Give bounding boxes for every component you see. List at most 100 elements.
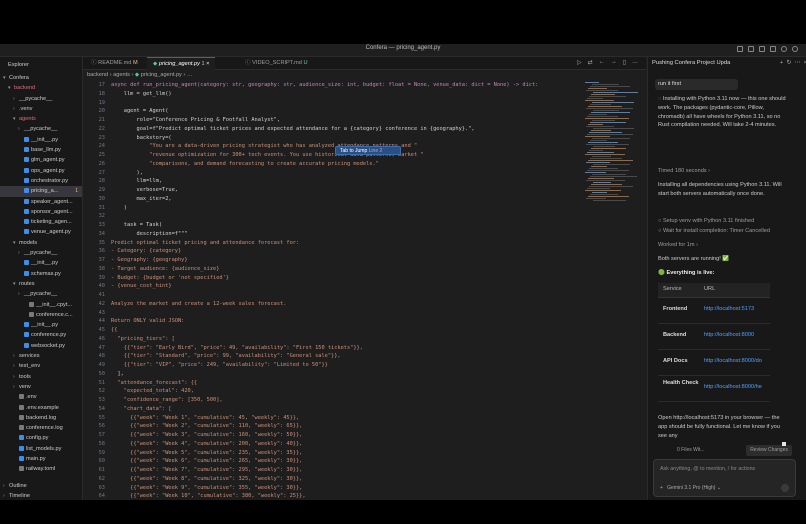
tree-file[interactable]: ops_agent.py bbox=[0, 166, 82, 176]
add-context-icon[interactable]: + bbox=[660, 485, 664, 491]
tree-folder[interactable]: ▾ backend bbox=[0, 83, 82, 93]
tree-item-label: __init__.py bbox=[31, 322, 59, 329]
tree-file[interactable]: __init__.py bbox=[0, 258, 82, 268]
task-wait-text: Wait for install completion: Timer Cance… bbox=[662, 228, 770, 234]
code-editor[interactable]: 17 async def run_pricing_agent(category: … bbox=[83, 82, 583, 500]
toggle-panel-icon[interactable] bbox=[748, 46, 754, 52]
accounts-icon[interactable] bbox=[792, 46, 798, 52]
model-selector[interactable]: + Gemini 3.1 Pro (High) ⌄ bbox=[660, 485, 721, 491]
tree-file[interactable]: ticketing_agen... bbox=[0, 217, 82, 227]
compare-icon[interactable]: ⇄ bbox=[588, 59, 593, 66]
tree-folder[interactable]: › __pycache__ bbox=[0, 248, 82, 258]
tree-file[interactable]: venue_agent.py bbox=[0, 227, 82, 237]
tree-item-label: models bbox=[19, 239, 38, 246]
timer-meta[interactable]: Timed 180 seconds › bbox=[658, 167, 788, 176]
tree-folder[interactable]: › .venv bbox=[0, 104, 82, 114]
worked-meta[interactable]: Worked for 1m › bbox=[658, 241, 788, 250]
tree-file[interactable]: __init__.py bbox=[0, 135, 82, 145]
tree-folder[interactable]: › venv bbox=[0, 382, 82, 392]
timeline-section[interactable]: › Timeline bbox=[3, 491, 82, 500]
line-number: 36 bbox=[98, 248, 105, 255]
task-wait[interactable]: ○ Wait for install completion: Timer Can… bbox=[658, 227, 788, 236]
chat-input-box[interactable]: Ask anything, @ to mention, / for action… bbox=[653, 459, 796, 497]
new-chat-icon[interactable]: + bbox=[780, 60, 783, 66]
tree-file[interactable]: railway.toml bbox=[0, 464, 82, 474]
code-line: task = Task( bbox=[111, 222, 163, 228]
tree-file[interactable]: config.py bbox=[0, 433, 82, 443]
close-icon[interactable]: × bbox=[206, 61, 209, 67]
service-url-link[interactable]: http://localhost:8000 bbox=[704, 332, 754, 338]
tree-file[interactable]: conference.log bbox=[0, 423, 82, 433]
tree-file[interactable]: sponsor_agent... bbox=[0, 207, 82, 217]
forward-icon[interactable]: → bbox=[611, 59, 617, 66]
tree-file[interactable]: speaker_agent... bbox=[0, 197, 82, 207]
tab-readme[interactable]: ⓘ README.md M bbox=[85, 57, 144, 69]
tree-folder[interactable]: ▾ models bbox=[0, 238, 82, 248]
tree-file[interactable]: __init__.cpyt... bbox=[0, 300, 82, 310]
tree-file[interactable]: backend.log bbox=[0, 413, 82, 423]
tree-file[interactable]: .env.example bbox=[0, 403, 82, 413]
line-number: 39 bbox=[98, 274, 105, 281]
tree-file[interactable]: list_models.py bbox=[0, 444, 82, 454]
tree-file[interactable]: __init__.py bbox=[0, 320, 82, 330]
line-number: 25 bbox=[98, 152, 105, 158]
tree-folder[interactable]: › __pycache__ bbox=[0, 124, 82, 134]
tree-folder[interactable]: › __pycache__ bbox=[0, 289, 82, 299]
minimap[interactable] bbox=[585, 82, 641, 212]
timeline-label: Timeline bbox=[9, 493, 30, 499]
minimap-line bbox=[593, 92, 638, 93]
breadcrumb-backend[interactable]: backend bbox=[87, 72, 108, 78]
tree-folder[interactable]: › tools bbox=[0, 372, 82, 382]
outline-section[interactable]: › Outline bbox=[3, 481, 82, 491]
tree-file[interactable]: pricing_a... 1 bbox=[0, 186, 82, 197]
tree-item-label: glm_agent.py bbox=[31, 157, 65, 164]
workspace-root[interactable]: ▾ Confera bbox=[0, 73, 82, 83]
tree-file[interactable]: websocket.py bbox=[0, 341, 82, 351]
tab-video-script[interactable]: ⓘ VIDEO_SCRIPT.md U bbox=[239, 57, 314, 69]
minimap-line bbox=[585, 82, 599, 83]
line-number: 46 bbox=[98, 335, 105, 342]
split-editor-icon[interactable]: ▯ bbox=[623, 59, 626, 66]
files-count[interactable]: 0 Files Wit... bbox=[677, 445, 705, 456]
tree-folder[interactable]: › test_env bbox=[0, 361, 82, 371]
back-icon[interactable]: ← bbox=[599, 59, 605, 66]
task-venv[interactable]: ○ Setup venv with Python 3.11 finished bbox=[658, 217, 788, 226]
tree-file[interactable]: conference.py bbox=[0, 330, 82, 340]
agent-message-2: Installing all dependencies using Python… bbox=[658, 181, 788, 199]
service-url-link[interactable]: http://localhost:8000/he bbox=[704, 384, 762, 390]
service-url-link[interactable]: http://localhost:5173 bbox=[704, 306, 754, 312]
tree-file[interactable]: conference.c... bbox=[0, 310, 82, 320]
tree-item-label: sponsor_agent... bbox=[31, 208, 73, 215]
line-number: 38 bbox=[98, 265, 105, 272]
toggle-secondary-sidebar-icon[interactable] bbox=[759, 46, 765, 52]
customize-layout-icon[interactable] bbox=[770, 46, 776, 52]
tree-folder[interactable]: › services bbox=[0, 351, 82, 361]
table-row: Health Check http://localhost:8000/he bbox=[658, 376, 770, 402]
run-icon[interactable]: ▷ bbox=[577, 59, 582, 66]
table-header-url: URL bbox=[704, 286, 716, 292]
tree-folder[interactable]: ▾ routes bbox=[0, 279, 82, 289]
tree-item-label: venv bbox=[19, 383, 31, 390]
service-url-link[interactable]: http://localhost:8000/do bbox=[704, 358, 762, 364]
tree-file[interactable]: base_llm.py bbox=[0, 145, 82, 155]
tree-file[interactable]: schemas.py bbox=[0, 269, 82, 279]
tab-to-jump-tooltip[interactable]: Tab to Jump Line 2 bbox=[335, 146, 401, 155]
tree-file[interactable]: .env bbox=[0, 392, 82, 402]
send-icon[interactable] bbox=[781, 484, 789, 492]
review-changes-button[interactable]: Review Changes bbox=[746, 445, 792, 456]
outline-label: Outline bbox=[9, 483, 27, 489]
tree-file[interactable]: glm_agent.py bbox=[0, 155, 82, 165]
tree-folder[interactable]: › __pycache__ bbox=[0, 94, 82, 104]
tab-pricing-agent[interactable]: ◆ pricing_agent.py 1 × bbox=[147, 57, 216, 70]
tree-folder[interactable]: ▾ agents bbox=[0, 114, 82, 124]
settings-gear-icon[interactable] bbox=[781, 46, 787, 52]
agent-message-4: 🟢 Everything is live: bbox=[658, 269, 788, 278]
more-icon[interactable]: ⋯ bbox=[795, 60, 801, 66]
tree-file[interactable]: main.py bbox=[0, 454, 82, 464]
toggle-sidebar-icon[interactable] bbox=[737, 46, 743, 52]
breadcrumb-file[interactable]: pricing_agent.py bbox=[141, 72, 182, 78]
more-actions-icon[interactable]: … bbox=[632, 59, 638, 66]
history-icon[interactable]: ↻ bbox=[786, 60, 791, 66]
tree-file[interactable]: orchestrator.py bbox=[0, 176, 82, 186]
breadcrumb-agents[interactable]: agents bbox=[113, 72, 130, 78]
